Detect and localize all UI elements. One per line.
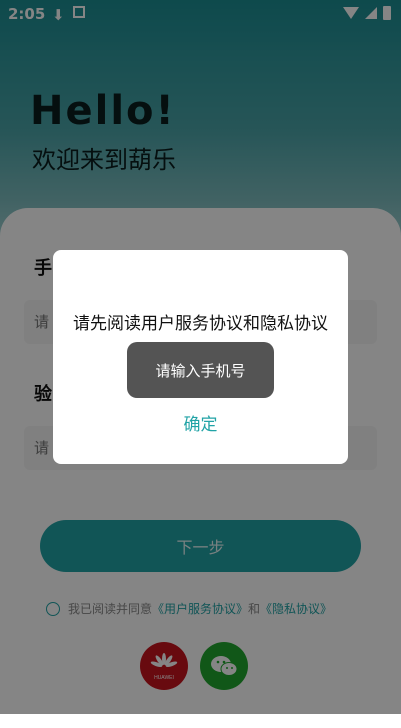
dialog-confirm-button[interactable]: 确定 bbox=[53, 410, 348, 435]
dialog-message: 请先阅读用户服务协议和隐私协议 bbox=[73, 314, 328, 334]
toast-message: 请输入手机号 bbox=[127, 342, 274, 398]
